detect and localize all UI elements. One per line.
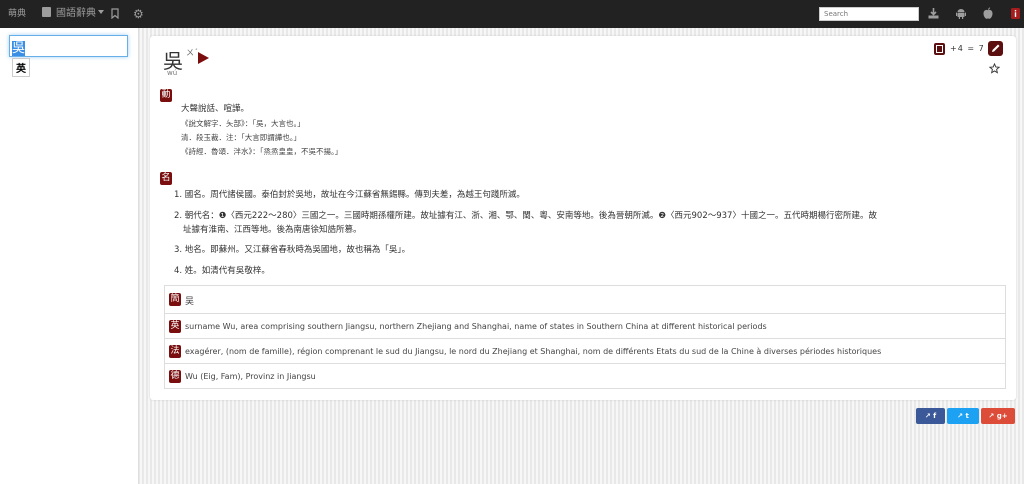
verb-example: 《詩經．魯頌．泮水》：「烝烝皇皇，不吳不揚。」 — [181, 147, 343, 156]
pinyin-reading: wú — [167, 69, 178, 77]
translation-row-english: 英 surname Wu, area comprising southern J… — [165, 313, 1005, 338]
book-icon — [42, 7, 51, 17]
translation-row-simplified: 簡 吴 — [165, 286, 1005, 313]
total-strokes: 7 — [978, 44, 985, 53]
noun-definition-item: 1. 國名。周代諸侯國。泰伯封於吳地，故址在今江蘇省無錫縣。傳到夫差，為越王句踐… — [174, 190, 525, 200]
noun-definition-item: 4. 姓。如清代有吳敬梓。 — [174, 266, 270, 276]
apple-icon[interactable] — [983, 7, 993, 19]
lang-badge: 簡 — [169, 293, 181, 306]
translation-text: 吴 — [185, 297, 195, 307]
translation-text: Wu (Eig, Fam), Provinz in Jiangsu — [185, 372, 316, 381]
pos-badge-noun: 名 — [160, 172, 172, 185]
translations-table: 簡 吴 英 surname Wu, area comprising southe… — [164, 285, 1006, 389]
lang-badge: 德 — [169, 370, 181, 383]
verb-example: 《說文解字．夨部》：「吳，大言也。」 — [181, 119, 305, 128]
share-facebook-button[interactable]: ↗ f — [916, 408, 945, 424]
top-navbar: 萌典 國語辭典 ⚙ — [0, 0, 1024, 28]
info-icon[interactable] — [1011, 8, 1020, 19]
star-icon[interactable] — [988, 62, 1001, 77]
bopomofo-reading: ㄨˊ — [186, 48, 198, 57]
noun-definition-item: 2. 朝代名：❶〈西元222～280〉三國之一。三國時期孫權所建。故址據有江、浙… — [174, 211, 877, 221]
autocomplete-suggestion[interactable]: 英 — [12, 58, 30, 77]
query-selected-text: 吳 — [12, 41, 26, 56]
entry-card: 吳 ㄨˊ wú +4 = 7 動 大聲說話、喧譁。 《說文解字．夨部》：「吳，大… — [150, 36, 1016, 400]
verb-definition: 大聲說話、喧譁。 — [181, 104, 250, 114]
facebook-label: f — [933, 412, 937, 420]
translation-row-french: 法 exagérer, (nom de famille), région com… — [165, 338, 1005, 363]
query-input[interactable]: 吳 — [9, 35, 128, 57]
stroke-order-button[interactable] — [988, 41, 1003, 56]
radical-icon[interactable] — [934, 43, 945, 55]
download-icon[interactable] — [928, 8, 939, 19]
android-icon[interactable] — [956, 8, 966, 19]
verb-example: 清．段玉裁．注：「大言即謂譁也。」 — [181, 133, 301, 142]
search-input[interactable] — [819, 7, 919, 21]
google-label: g+ — [996, 412, 1008, 420]
translation-text: surname Wu, area comprising southern Jia… — [185, 322, 767, 331]
brand-logo[interactable]: 萌典 — [8, 0, 26, 28]
stroke-count: +4 = 7 — [950, 44, 985, 53]
translation-text: exagérer, (nom de famille), région compr… — [185, 347, 882, 356]
lang-badge: 英 — [169, 320, 181, 333]
translation-row-german: 德 Wu (Eig, Fam), Provinz in Jiangsu — [165, 363, 1005, 388]
play-audio-icon[interactable] — [198, 52, 209, 67]
sidebar: 吳 英 — [0, 28, 139, 484]
noun-definition-item-cont: 址據有淮南、江西等地。後為南唐徐知誥所篡。 — [183, 225, 362, 235]
twitter-label: t — [965, 412, 969, 420]
pos-badge-verb: 動 — [160, 89, 172, 102]
noun-definition-item: 3. 地名。即蘇州。又江蘇省春秋時為吳國地，故也稱為「吳」。 — [174, 245, 411, 255]
gear-icon[interactable]: ⚙ — [133, 0, 144, 28]
radical-extra-strokes: +4 — [950, 44, 964, 53]
share-google-button[interactable]: ↗ g+ — [981, 408, 1015, 424]
dictionary-label: 國語辭典 — [56, 8, 96, 19]
caret-down-icon — [98, 10, 104, 14]
lang-badge: 法 — [169, 345, 181, 358]
dictionary-dropdown[interactable]: 國語辭典 — [42, 0, 104, 28]
share-twitter-button[interactable]: ↗ t — [947, 408, 979, 424]
equals-sign: = — [967, 44, 976, 53]
bookmark-icon[interactable] — [111, 8, 119, 20]
